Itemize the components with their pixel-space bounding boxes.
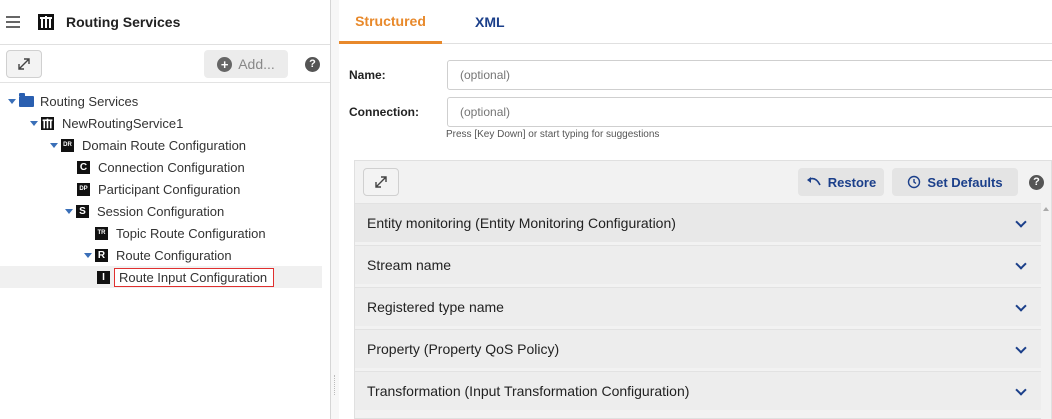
domain-route-badge-icon: DR xyxy=(61,138,74,152)
chevron-down-icon xyxy=(1015,342,1027,354)
restore-button[interactable]: Restore xyxy=(798,168,884,196)
tree-item-domain-route[interactable]: DR Domain Route Configuration xyxy=(0,134,330,156)
name-input[interactable] xyxy=(447,60,1052,90)
connection-input[interactable] xyxy=(447,97,1052,127)
topic-route-badge-icon: TR xyxy=(95,226,108,240)
chevron-down-icon xyxy=(1015,300,1027,312)
scrollbar[interactable] xyxy=(1041,203,1051,419)
scroll-up-icon[interactable] xyxy=(1043,207,1049,211)
add-button-label: Add... xyxy=(238,56,275,72)
tree-item-routing-services[interactable]: Routing Services xyxy=(0,90,330,112)
routing-service-logo-icon xyxy=(38,14,54,30)
tree-item-label: Connection Configuration xyxy=(98,159,245,175)
connection-badge-icon: C xyxy=(77,160,90,174)
session-badge-icon: S xyxy=(76,204,89,218)
caret-down-icon[interactable] xyxy=(30,120,38,126)
section-label: Transformation (Input Transformation Con… xyxy=(367,383,690,399)
tree-item-label: Session Configuration xyxy=(97,203,225,219)
tree-item-label: Route Configuration xyxy=(116,247,232,263)
section-label: Property (Property QoS Policy) xyxy=(367,341,560,357)
connection-hint: Press [Key Down] or start typing for sug… xyxy=(446,129,660,140)
undo-icon xyxy=(806,177,821,186)
tree-item-participant-configuration[interactable]: DP Participant Configuration xyxy=(0,178,330,200)
caret-down-icon[interactable] xyxy=(50,142,58,148)
right-panel: Structured XML Name: Connection: Press [… xyxy=(339,0,1052,419)
tree-item-label-selected: Route Input Configuration xyxy=(114,267,275,287)
route-badge-icon: R xyxy=(95,248,108,262)
section-label: Registered type name xyxy=(367,299,504,315)
section-registered-type-name[interactable]: Registered type name xyxy=(355,287,1051,326)
section-stream-name[interactable]: Stream name xyxy=(355,245,1051,284)
history-icon xyxy=(908,175,921,189)
section-label: Entity monitoring (Entity Monitoring Con… xyxy=(367,215,676,231)
connection-row: Connection: xyxy=(349,97,1052,127)
help-icon[interactable]: ? xyxy=(1029,175,1044,190)
left-header: Routing Services xyxy=(0,0,330,45)
chevron-down-icon xyxy=(1015,258,1027,270)
tab-xml[interactable]: XML xyxy=(475,0,505,44)
restore-label: Restore xyxy=(827,174,877,190)
routing-tree: Routing Services NewRoutingService1 DR D… xyxy=(0,90,330,288)
folder-open-icon xyxy=(19,92,34,107)
section-transformation[interactable]: Transformation (Input Transformation Con… xyxy=(355,371,1051,410)
connection-label: Connection: xyxy=(349,105,419,119)
section-label: Stream name xyxy=(367,257,452,273)
tree-item-new-routing-service[interactable]: NewRoutingService1 xyxy=(0,112,330,134)
tree-item-connection-configuration[interactable]: C Connection Configuration xyxy=(0,156,330,178)
tree-item-label: Domain Route Configuration xyxy=(82,137,247,153)
expand-properties-button[interactable] xyxy=(363,168,399,196)
section-entity-monitoring[interactable]: Entity monitoring (Entity Monitoring Con… xyxy=(355,203,1051,242)
tree-item-label: Routing Services xyxy=(40,93,139,109)
tree-item-topic-route-configuration[interactable]: TR Topic Route Configuration xyxy=(0,222,330,244)
left-panel: Routing Services + Add... ? Routing Serv… xyxy=(0,0,331,419)
expand-panel-button[interactable] xyxy=(6,49,42,78)
caret-down-icon[interactable] xyxy=(84,252,92,258)
name-label: Name: xyxy=(349,68,386,82)
properties-panel: Restore Set Defaults ? Entity monitoring… xyxy=(354,160,1052,419)
name-row: Name: xyxy=(349,60,1052,90)
expand-icon xyxy=(375,176,387,188)
tree-item-session-configuration[interactable]: S Session Configuration xyxy=(0,200,330,222)
menu-icon[interactable] xyxy=(6,16,20,28)
plus-circle-icon: + xyxy=(217,56,233,72)
splitter-grip-icon[interactable] xyxy=(334,375,336,395)
caret-down-icon[interactable] xyxy=(65,208,73,214)
tree-item-route-input-configuration[interactable]: I Route Input Configuration xyxy=(0,266,322,288)
set-defaults-label: Set Defaults xyxy=(927,174,1003,190)
app-title: Routing Services xyxy=(66,14,181,30)
editor-tabs: Structured XML xyxy=(339,0,1052,44)
chevron-down-icon xyxy=(1015,216,1027,228)
expand-icon xyxy=(18,57,30,70)
participant-badge-icon: DP xyxy=(77,182,90,196)
tree-toolbar: + Add... ? xyxy=(0,45,330,83)
help-icon[interactable]: ? xyxy=(305,57,320,72)
tab-structured[interactable]: Structured xyxy=(339,0,442,44)
caret-down-icon[interactable] xyxy=(8,98,16,104)
routing-service-icon xyxy=(41,116,54,130)
chevron-down-icon xyxy=(1015,384,1027,396)
panel-splitter[interactable] xyxy=(331,0,339,419)
properties-toolbar: Restore Set Defaults ? xyxy=(355,161,1051,203)
set-defaults-button[interactable]: Set Defaults xyxy=(892,168,1018,196)
tree-item-label: NewRoutingService1 xyxy=(62,115,184,131)
add-button[interactable]: + Add... xyxy=(204,50,288,78)
tree-item-label: Participant Configuration xyxy=(98,181,241,197)
tree-item-label: Topic Route Configuration xyxy=(116,225,266,241)
section-property[interactable]: Property (Property QoS Policy) xyxy=(355,329,1051,368)
input-badge-icon: I xyxy=(97,270,110,284)
tree-item-route-configuration[interactable]: R Route Configuration xyxy=(0,244,330,266)
